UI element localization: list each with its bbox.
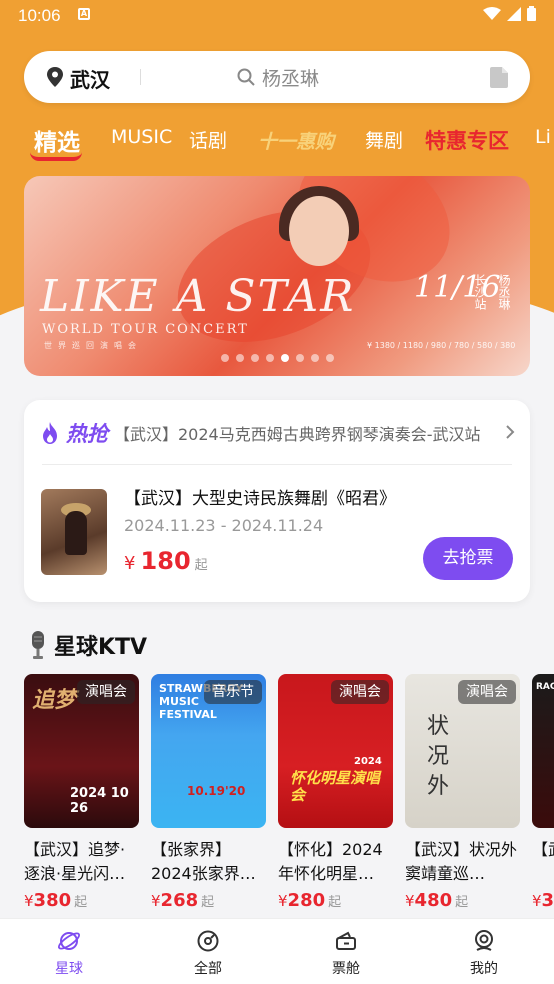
- event-price: ¥ 180 起: [124, 547, 208, 575]
- notification-icon: A: [78, 8, 90, 20]
- card-poster: 追梦 2024 10 26 演唱会: [24, 674, 139, 828]
- card-badge: 演唱会: [77, 680, 135, 704]
- event-card-list: 追梦 2024 10 26 演唱会 【武汉】追梦·逐浪·星光闪… ¥380 起 S…: [0, 674, 554, 914]
- nav-all[interactable]: 全部: [168, 929, 248, 978]
- banner-city: 长沙站: [473, 274, 487, 310]
- banner-subtitle-cn: 世界巡回演唱会: [44, 341, 142, 350]
- card-badge: 演唱会: [458, 680, 516, 704]
- search-icon: [237, 68, 255, 86]
- card-poster: 状况外 演唱会: [405, 674, 520, 828]
- card-price: ¥380 起: [24, 890, 88, 911]
- tab-music[interactable]: MUSIC: [111, 126, 172, 148]
- section-header: 星球KTV: [28, 630, 147, 660]
- card-title: 【武汉】状况外 窦靖童巡…: [405, 840, 518, 883]
- card-poster: 怀化明星演唱会 2024 演唱会: [278, 674, 393, 828]
- hot-deals-card: 热抢 【武汉】2024马克西姆古典跨界钢琴演奏会-武汉站 【武汉】大型史诗民族舞…: [24, 400, 530, 602]
- battery-icon: [527, 6, 536, 21]
- banner-prices: ¥ 1380 / 1180 / 980 / 780 / 580 / 380: [367, 341, 516, 350]
- nav-label: 票舱: [332, 961, 360, 977]
- card-title: 【怀化】2024年怀化明星…: [278, 840, 383, 883]
- search-input[interactable]: 杨丞琳: [262, 64, 319, 91]
- banner-artist-face: [289, 196, 349, 266]
- signal-icon: [507, 6, 521, 21]
- tab-drama[interactable]: 话剧: [189, 126, 227, 153]
- carousel-dot[interactable]: [296, 354, 304, 362]
- bottom-navigation: 星球 全部 票舱 我的: [0, 918, 554, 984]
- active-tab-indicator: [30, 152, 82, 161]
- status-bar: 10:06 A: [0, 0, 554, 30]
- location-pin-icon[interactable]: [46, 67, 64, 87]
- user-icon: [475, 930, 493, 951]
- nav-label: 全部: [194, 961, 222, 977]
- card-price: ¥280 起: [278, 890, 342, 911]
- event-poster[interactable]: [41, 489, 107, 575]
- card-title: 【武汉】追梦·逐浪·星光闪…: [24, 840, 126, 883]
- card-poster: STRAWBERRY MUSIC FESTIVAL 10.19'20 音乐节: [151, 674, 266, 828]
- card-price: ¥480 起: [405, 890, 469, 911]
- banner-artist: 杨丞琳: [497, 274, 511, 310]
- tab-national-day-deals[interactable]: 十一惠购: [258, 127, 334, 154]
- status-time: 10:06: [18, 6, 61, 25]
- search-bar: 武汉 杨丞琳: [24, 51, 530, 103]
- tab-dance-drama[interactable]: 舞剧: [365, 126, 403, 153]
- carousel-dot[interactable]: [326, 354, 334, 362]
- section-title: 星球KTV: [54, 635, 148, 660]
- search-divider: [140, 69, 141, 85]
- hero-banner[interactable]: LIKE A STAR WORLD TOUR CONCERT 世界巡回演唱会 1…: [24, 176, 530, 376]
- carousel-dot[interactable]: [266, 354, 274, 362]
- event-card[interactable]: 怀化明星演唱会 2024 演唱会 【怀化】2024年怀化明星… ¥280 起: [278, 674, 393, 911]
- card-title: 【张家界】2024张家界…: [151, 840, 256, 883]
- document-icon[interactable]: [490, 67, 508, 88]
- card-badge: 演唱会: [331, 680, 389, 704]
- hot-label: 热抢: [66, 422, 108, 446]
- event-card[interactable]: 追梦 2024 10 26 演唱会 【武汉】追梦·逐浪·星光闪… ¥380 起: [24, 674, 139, 911]
- banner-title: LIKE A STAR: [40, 271, 356, 322]
- tab-special-offers[interactable]: 特惠专区: [425, 125, 509, 155]
- nav-profile[interactable]: 我的: [444, 929, 524, 978]
- fire-icon: [43, 422, 57, 444]
- grab-ticket-button[interactable]: 去抢票: [423, 537, 513, 580]
- wifi-icon: [483, 6, 501, 20]
- carousel-dot[interactable]: [221, 354, 229, 362]
- carousel-dot[interactable]: [281, 354, 289, 362]
- event-title[interactable]: 【武汉】大型史诗民族舞剧《昭君》: [124, 484, 396, 509]
- nav-planet[interactable]: 星球: [29, 929, 109, 978]
- banner-subtitle: WORLD TOUR CONCERT: [42, 322, 249, 337]
- poster-figure: [65, 511, 87, 555]
- card-poster: RAC: [532, 674, 554, 828]
- card-title: 【武汉】瑞…: [532, 840, 554, 859]
- carousel-dot[interactable]: [236, 354, 244, 362]
- nav-label: 我的: [470, 961, 498, 977]
- chevron-right-icon[interactable]: [504, 424, 516, 440]
- event-date: 2024.11.23 - 2024.11.24: [124, 516, 324, 535]
- ticket-icon: [336, 931, 356, 950]
- planet-icon: [58, 932, 80, 950]
- category-tabs: 精选 MUSIC 话剧 十一惠购 舞剧 特惠专区 Li: [0, 118, 554, 162]
- microphone-icon: [32, 631, 44, 659]
- event-card[interactable]: STRAWBERRY MUSIC FESTIVAL 10.19'20 音乐节 【…: [151, 674, 266, 911]
- card-price: ¥3: [532, 890, 554, 911]
- compass-icon: [197, 930, 219, 952]
- city-selector[interactable]: 武汉: [70, 64, 110, 93]
- carousel-dot[interactable]: [251, 354, 259, 362]
- event-card[interactable]: RAC 【武汉】瑞… ¥3: [532, 674, 554, 911]
- nav-label: 星球: [55, 961, 83, 977]
- card-price: ¥268 起: [151, 890, 215, 911]
- carousel-dot[interactable]: [311, 354, 319, 362]
- card-badge: 音乐节: [204, 680, 262, 704]
- tab-live[interactable]: Li: [535, 126, 551, 148]
- nav-tickets[interactable]: 票舱: [306, 929, 386, 978]
- card-divider: [42, 464, 512, 465]
- hot-headline[interactable]: 【武汉】2024马克西姆古典跨界钢琴演奏会-武汉站: [114, 421, 484, 445]
- event-card[interactable]: 状况外 演唱会 【武汉】状况外 窦靖童巡… ¥480 起: [405, 674, 520, 911]
- carousel-indicator[interactable]: [221, 354, 334, 362]
